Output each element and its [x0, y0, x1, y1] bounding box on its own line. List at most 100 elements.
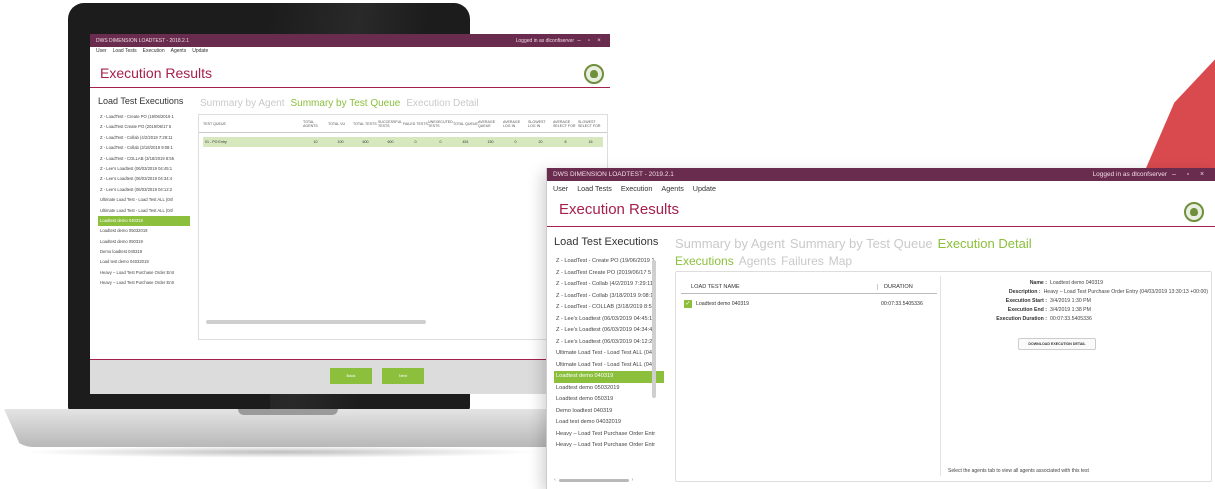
download-execution-detail-button[interactable]: DOWNLOAD EXECUTION DETAIL: [1018, 338, 1096, 350]
menu-user[interactable]: User: [553, 184, 568, 193]
panel-divider: [940, 276, 941, 476]
list-item[interactable]: Heavy – Load Test Purchase Order Entr: [554, 429, 664, 441]
checkbox-checked-icon[interactable]: ✓: [684, 300, 692, 308]
list-item[interactable]: Z - Lee's Loadtest (06/03/2019 04:12:2: [554, 337, 664, 349]
small-menu-user[interactable]: User: [96, 48, 107, 56]
subtab-map[interactable]: Map: [829, 254, 852, 268]
tab-execution-detail[interactable]: Execution Detail: [938, 236, 1032, 251]
list-item[interactable]: Z - LoadTest Create PO (2019/06/17 5: [554, 268, 664, 280]
list-item[interactable]: Z - LoadTest - Collab (3/18/2019 9:08:1: [98, 143, 190, 153]
list-item[interactable]: Z - Lee's Loadtest (06/03/2019 04:45:1: [554, 314, 664, 326]
small-maximize-icon[interactable]: ▫: [584, 38, 594, 44]
column-load-test-name[interactable]: LOAD TEST NAME: [681, 284, 877, 290]
back-button[interactable]: Back: [330, 368, 372, 384]
small-horizontal-scrollbar[interactable]: [206, 320, 426, 324]
subtab-agents[interactable]: Agents: [739, 254, 776, 268]
small-tab-summary-agent[interactable]: Summary by Agent: [200, 98, 284, 109]
column-duration[interactable]: DURATION: [877, 283, 937, 290]
list-item[interactable]: Z - LoadTest - Collab (4/2/2019 7:29:11: [98, 133, 190, 143]
tab-summary-by-test-queue[interactable]: Summary by Test Queue: [790, 236, 933, 251]
small-menu-load-tests[interactable]: Load Tests: [113, 48, 137, 56]
table-column-header[interactable]: FAILED TESTS: [403, 122, 428, 126]
table-column-header[interactable]: SUCCESSFUL TESTS: [378, 120, 403, 128]
detail-value: 3/4/2019 1:38 PM: [1050, 306, 1091, 313]
list-item[interactable]: Heavy – Load Test Purchase Order Entr: [554, 440, 664, 452]
scroll-right-icon[interactable]: ›: [632, 477, 634, 483]
small-menu-agents[interactable]: Agents: [171, 48, 187, 56]
table-row[interactable]: ✓ Loadtest demo 040319 00:07:33.5405336: [681, 298, 937, 310]
list-item[interactable]: Z - Lee's Loadtest (06/03/2019 04:12:2: [98, 185, 190, 195]
menu-load-tests[interactable]: Load Tests: [577, 184, 612, 193]
table-row[interactable]: 01 - PO Entry 10 100 600 600 0 0 451 150 0 20 8 16: [203, 137, 603, 147]
maximize-icon[interactable]: ▫: [1181, 171, 1195, 178]
minimize-icon[interactable]: –: [1167, 171, 1181, 178]
header-divider: [547, 226, 1215, 227]
list-item[interactable]: Loadtest demo 040319: [98, 215, 190, 227]
list-item[interactable]: Loadtest demo 050319: [98, 237, 190, 247]
table-column-header[interactable]: UNEXECUTED TESTS: [428, 120, 453, 128]
list-item[interactable]: Demo loadtest 040319: [98, 247, 190, 257]
sidebar-horizontal-scrollbar[interactable]: ‹ ›: [554, 477, 660, 483]
table-column-header[interactable]: SLOWEST LOG IN: [528, 120, 553, 128]
detail-value: Heavy – Load Test Purchase Order Entry (…: [1043, 288, 1208, 295]
small-page-title: Execution Results: [100, 65, 213, 81]
list-item[interactable]: Loadtest demo 040319: [554, 371, 664, 383]
list-item[interactable]: Z - LoadTest - Collab (3/18/2019 9:08:1: [554, 291, 664, 303]
menu-agents[interactable]: Agents: [661, 184, 683, 193]
list-item[interactable]: Load test demo 04032019: [554, 417, 664, 429]
list-item[interactable]: Z - LoadTest - Create PO (19/06/2019 1: [554, 256, 664, 268]
list-item[interactable]: Z - Lee's Loadtest (06/03/2019 04:34:4: [98, 174, 190, 184]
list-item[interactable]: Load test demo 04032019: [98, 257, 190, 267]
list-item[interactable]: Z - LoadTest - Create PO (19/06/2019 1: [98, 112, 190, 122]
list-item[interactable]: Z - LoadTest Create PO (2019/06/17 5: [98, 122, 190, 132]
list-item[interactable]: Heavy – Load Test Purchase Order Entr: [98, 278, 190, 288]
table-column-header[interactable]: TEST QUEUE: [203, 122, 303, 126]
next-button[interactable]: Next: [382, 368, 424, 384]
small-tab-summary-queue[interactable]: Summary by Test Queue: [290, 98, 400, 109]
small-menu-update[interactable]: Update: [192, 48, 208, 56]
menu-execution[interactable]: Execution: [621, 184, 653, 193]
scroll-left-icon[interactable]: ‹: [554, 477, 556, 483]
menu-update[interactable]: Update: [693, 184, 716, 193]
table-column-header[interactable]: AVERAGE LOG IN: [503, 120, 528, 128]
detail-value: 3/4/2019 1:30 PM: [1050, 297, 1091, 304]
list-item[interactable]: Ultimate Load Test - Load Test ALL (04/: [554, 348, 664, 360]
close-icon[interactable]: ×: [1195, 171, 1209, 178]
table-column-header[interactable]: TOTAL VU: [328, 122, 353, 126]
list-item[interactable]: Z - LoadTest - COLLAB (3/18/2019 8:55: [98, 154, 190, 164]
list-item[interactable]: Ultimate Load Test - Load Test ALL (04/: [98, 195, 190, 205]
list-item[interactable]: Z - Lee's Loadtest (06/03/2019 04:45:1: [98, 164, 190, 174]
table-column-header[interactable]: AVERAGE SELECT FOR: [553, 120, 578, 128]
list-item[interactable]: Demo loadtest 040319: [554, 406, 664, 418]
subtab-failures[interactable]: Failures: [781, 254, 824, 268]
table-column-header[interactable]: AVERAGE QUEUE: [478, 120, 503, 128]
execution-detail-panel: LOAD TEST NAME DURATION ✓ Loadtest demo …: [675, 271, 1212, 482]
detail-label: Execution Duration :: [996, 315, 1047, 322]
list-item[interactable]: Z - LoadTest - Collab (4/2/2019 7:29:11: [554, 279, 664, 291]
list-item[interactable]: Ultimate Load Test - Load Test ALL (04/: [554, 360, 664, 372]
page-title: Execution Results: [559, 201, 680, 218]
list-item[interactable]: Z - LoadTest - COLLAB (3/18/2019 8:55: [554, 302, 664, 314]
table-column-header[interactable]: TOTAL QUEUE: [453, 122, 478, 126]
small-minimize-icon[interactable]: –: [574, 38, 584, 44]
executions-sidebar: Load Test Executions Z - LoadTest - Crea…: [554, 236, 664, 452]
small-tab-execution-detail[interactable]: Execution Detail: [406, 98, 478, 109]
list-item[interactable]: Ultimate Load Test - Load Test ALL (04/: [98, 206, 190, 216]
small-close-icon[interactable]: ×: [594, 38, 604, 44]
table-cell: 100: [337, 140, 344, 144]
table-cell: 451: [462, 140, 469, 144]
table-column-header[interactable]: TOTAL AGENTS: [303, 120, 328, 128]
table-column-header[interactable]: TOTAL TESTS: [353, 122, 378, 126]
detail-row: Execution Start :3/4/2019 1:30 PM: [946, 296, 1208, 305]
scroll-thumb[interactable]: [558, 478, 629, 482]
list-item[interactable]: Heavy – Load Test Purchase Order Entr: [98, 268, 190, 278]
sidebar-vertical-scrollbar[interactable]: [652, 260, 656, 398]
list-item[interactable]: Loadtest demo 05032019: [98, 226, 190, 236]
list-item[interactable]: Z - Lee's Loadtest (06/03/2019 04:34:4: [554, 325, 664, 337]
subtab-executions[interactable]: Executions: [675, 254, 734, 268]
table-column-header[interactable]: SLOWEST SELECT FOR: [578, 120, 603, 128]
list-item[interactable]: Loadtest demo 050319: [554, 394, 664, 406]
tab-summary-by-agent[interactable]: Summary by Agent: [675, 236, 785, 251]
small-menu-execution[interactable]: Execution: [143, 48, 165, 56]
list-item[interactable]: Loadtest demo 05032019: [554, 383, 664, 395]
